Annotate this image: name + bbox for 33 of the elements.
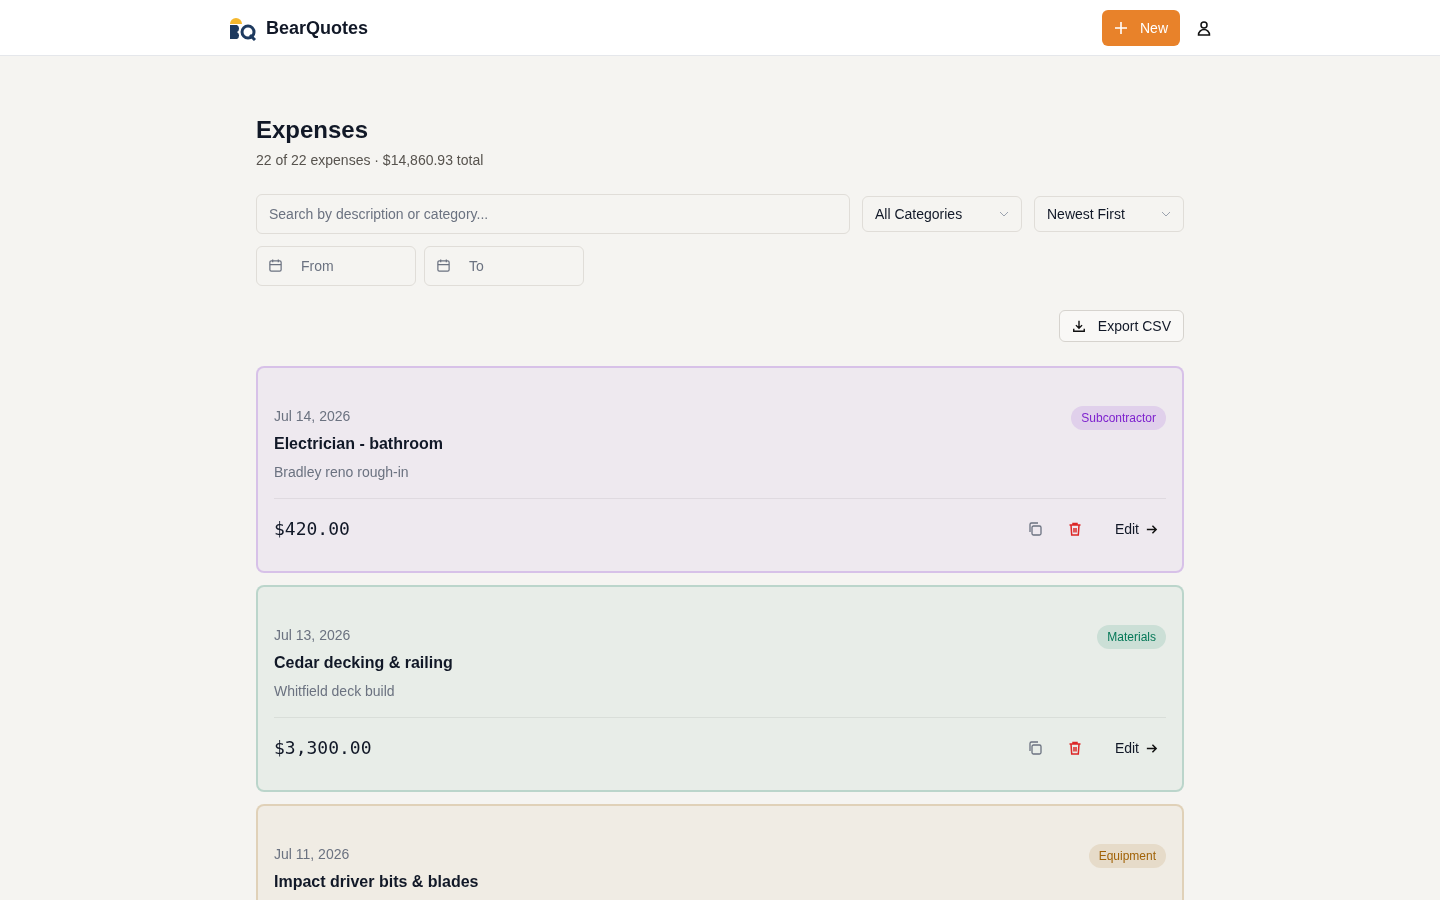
- edit-link[interactable]: Edit: [1106, 738, 1166, 758]
- download-icon: [1071, 319, 1086, 333]
- expense-project: Bradley reno rough-in: [274, 463, 410, 482]
- calendar-icon: [436, 258, 451, 273]
- expense-title: Impact driver bits & blades: [274, 872, 479, 892]
- copy-icon[interactable]: [1026, 740, 1043, 756]
- expense-date: Jul 14, 2026: [274, 407, 352, 426]
- search-field[interactable]: Search by description or category...: [256, 194, 850, 234]
- category-tag: Equipment: [1088, 844, 1166, 868]
- calendar-icon: [268, 258, 283, 273]
- page-title: Expenses: [256, 115, 370, 145]
- expense-summary: 22 of 22 expenses · $14,860.93 total: [256, 151, 485, 170]
- chevron-down-icon: [1161, 211, 1171, 217]
- expense-title: Cedar decking & railing: [274, 653, 453, 673]
- from-date-field[interactable]: From: [256, 246, 416, 286]
- plus-icon: [1114, 20, 1128, 35]
- chevron-down-icon: [999, 211, 1009, 217]
- export-csv-button[interactable]: Export CSV: [1058, 310, 1184, 342]
- expense-date: Jul 11, 2026: [274, 845, 351, 864]
- expense-project: Whitfield deck build: [274, 682, 396, 701]
- expense-date: Jul 13, 2026: [274, 626, 352, 645]
- category-dropdown[interactable]: All Categories: [862, 196, 1022, 232]
- category-tag: Subcontractor: [1071, 406, 1166, 430]
- edit-link[interactable]: Edit: [1106, 519, 1166, 539]
- sort-dropdown[interactable]: Newest First: [1034, 196, 1184, 232]
- to-date-field[interactable]: To: [424, 246, 584, 286]
- expense-amount: $420.00: [274, 517, 350, 541]
- expense-title: Electrician - bathroom: [274, 434, 443, 454]
- user-icon[interactable]: [1196, 19, 1212, 36]
- brand-name: BearQuotes: [266, 16, 369, 40]
- copy-icon[interactable]: [1026, 521, 1043, 537]
- category-tag: Materials: [1097, 625, 1166, 649]
- expense-amount: $3,300.00: [274, 736, 372, 760]
